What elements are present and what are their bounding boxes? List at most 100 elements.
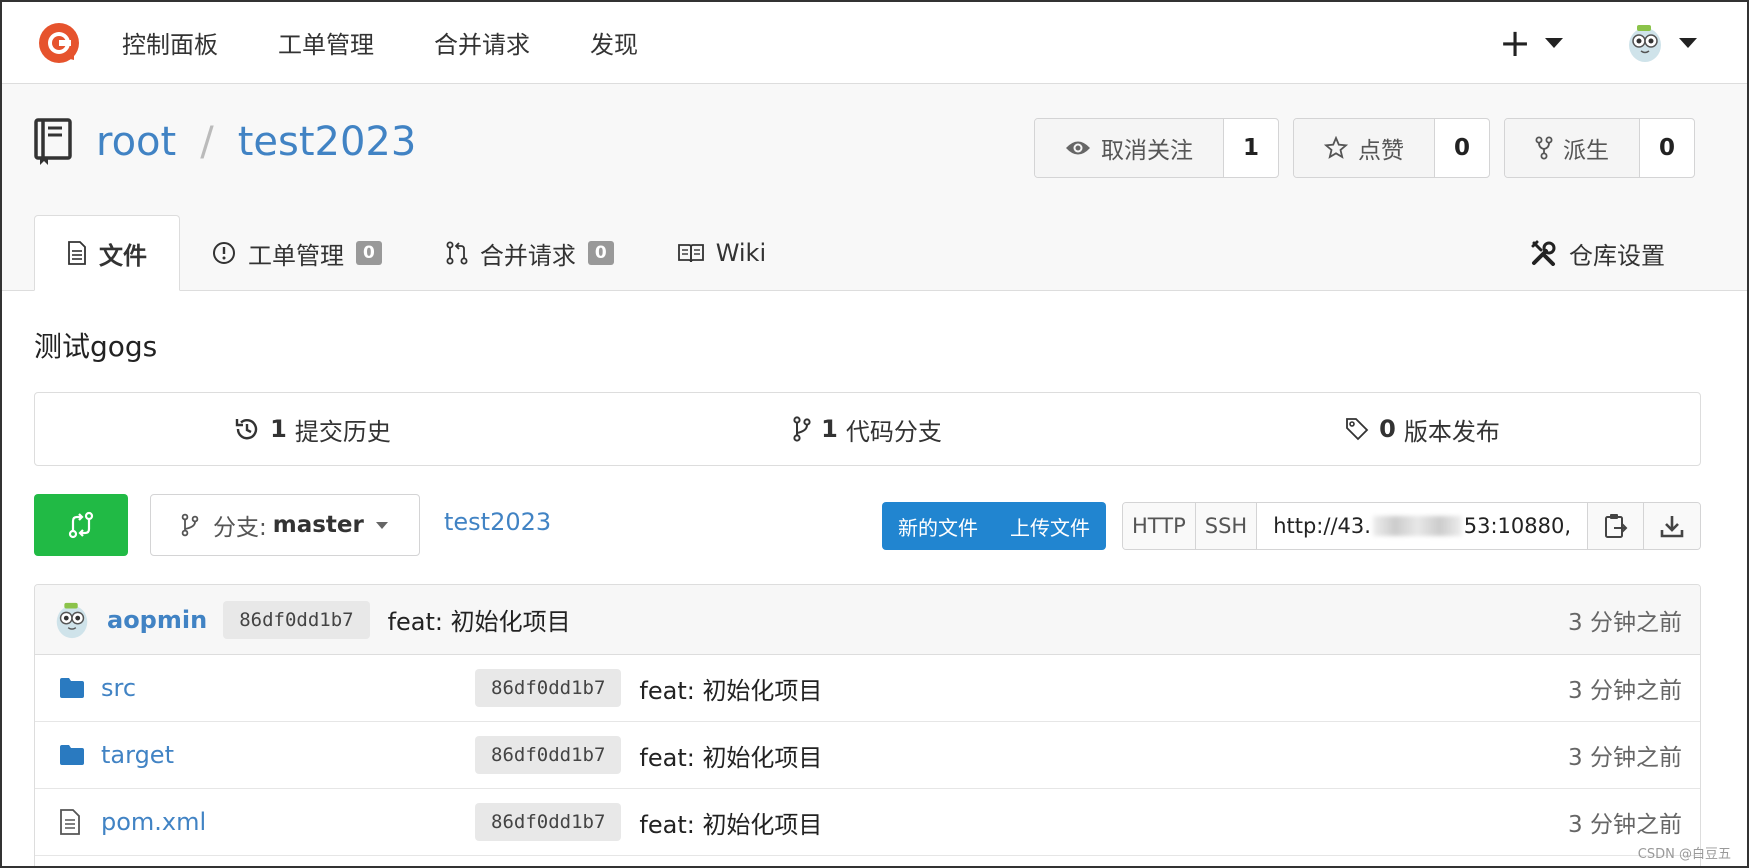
nav-issues[interactable]: 工单管理 [278, 25, 374, 60]
download-button[interactable] [1644, 503, 1700, 549]
user-menu-dropdown[interactable] [1623, 21, 1697, 65]
branches-count: 1 [821, 415, 838, 443]
breadcrumb-repo-link[interactable]: test2023 [444, 508, 551, 536]
copy-url-button[interactable] [1588, 503, 1644, 549]
table-row: src 86df0dd1b7 feat: 初始化项目 3 分钟之前 [35, 655, 1700, 722]
book-open-icon [677, 244, 704, 263]
commits-count: 1 [270, 415, 287, 443]
releases-stat[interactable]: 0 版本发布 [1145, 412, 1700, 447]
unwatch-label[interactable]: 取消关注 [1035, 119, 1224, 177]
branches-stat[interactable]: 1 代码分支 [590, 412, 1145, 447]
star-icon [1324, 136, 1348, 159]
commits-label: 提交历史 [294, 417, 391, 446]
releases-label: 版本发布 [1403, 417, 1500, 446]
upload-file-button[interactable]: 上传文件 [994, 502, 1106, 550]
tab-pulls-label: 合并请求 [479, 241, 576, 270]
issues-count-badge: 0 [356, 241, 382, 265]
fork-count[interactable]: 0 [1640, 119, 1694, 177]
star-button[interactable]: 点赞 0 [1293, 118, 1490, 178]
issue-opened-icon [213, 242, 235, 264]
commit-message[interactable]: feat: 初始化项目 [639, 805, 822, 840]
branches-label: 代码分支 [845, 417, 942, 446]
tab-files-label: 文件 [99, 241, 147, 270]
tab-issues-label: 工单管理 [248, 241, 344, 270]
gogs-logo-icon[interactable] [36, 20, 82, 66]
watch-count[interactable]: 1 [1224, 119, 1278, 177]
commit-sha-link[interactable]: 86df0dd1b7 [475, 736, 622, 774]
commit-time: 3 分钟之前 [1568, 678, 1682, 704]
caret-down-icon [1545, 37, 1563, 48]
tab-wiki[interactable]: Wiki [646, 215, 798, 291]
caret-down-icon [375, 521, 388, 529]
history-icon [235, 419, 258, 440]
branch-prefix: 分支: [213, 515, 267, 541]
pulls-count-badge: 0 [587, 241, 614, 265]
tools-icon [1531, 240, 1556, 266]
git-branch-icon [793, 416, 811, 442]
commits-stat[interactable]: 1 提交历史 [35, 412, 590, 447]
releases-count: 0 [1379, 415, 1396, 443]
file-name-link[interactable]: target [101, 741, 475, 769]
file-text-icon [68, 241, 86, 265]
redacted-blur [1372, 516, 1462, 536]
fork-button[interactable]: 派生 0 [1504, 118, 1695, 178]
branch-selector[interactable]: 分支: master [150, 494, 420, 556]
git-pull-request-icon [446, 241, 468, 265]
commit-time: 3 分钟之前 [1568, 609, 1682, 636]
repo-tabs: 文件 工单管理 0 合并请求 0 Wiki 仓库设置 [34, 215, 1695, 291]
caret-down-icon [1679, 37, 1697, 48]
new-file-button[interactable]: 新的文件 [882, 502, 994, 550]
repo-name-link[interactable]: test2023 [238, 119, 417, 165]
app-frame: 控制面板 工单管理 合并请求 发现 + root / test2023 取消关注… [0, 0, 1749, 868]
commit-time: 3 分钟之前 [1568, 812, 1682, 838]
commit-time: 3 分钟之前 [1568, 745, 1682, 771]
branch-name: master [272, 512, 364, 538]
commit-message[interactable]: feat: 初始化项目 [639, 671, 822, 706]
commit-sha-link[interactable]: 86df0dd1b7 [475, 669, 622, 707]
download-icon [1660, 516, 1684, 538]
file-toolbar: 分支: master test2023 新的文件 上传文件 HTTP SSH h… [34, 494, 1701, 556]
unwatch-button[interactable]: 取消关注 1 [1034, 118, 1279, 178]
file-icon [59, 809, 89, 835]
tab-files[interactable]: 文件 [34, 215, 180, 291]
file-actions-group: 新的文件 上传文件 [882, 502, 1106, 550]
repo-actions: 取消关注 1 点赞 0 派生 0 [1020, 118, 1695, 178]
eye-icon [1066, 141, 1090, 155]
ssh-clone-button[interactable]: SSH [1195, 503, 1258, 549]
compare-button[interactable] [34, 494, 128, 556]
clone-url-end: 53:10880, [1463, 514, 1571, 538]
plus-icon: + [1499, 20, 1531, 65]
nav-explore[interactable]: 发现 [590, 25, 638, 60]
clone-panel: HTTP SSH http://43. 53:10880, [1122, 502, 1701, 550]
user-avatar-icon [1629, 24, 1661, 62]
create-new-dropdown[interactable]: + [1499, 24, 1563, 62]
file-list-table: aopmin 86df0dd1b7 feat: 初始化项目 3 分钟之前 src… [34, 584, 1701, 866]
tab-pulls[interactable]: 合并请求 0 [414, 215, 646, 291]
top-navbar: 控制面板 工单管理 合并请求 发现 + [2, 2, 1747, 84]
commit-author-link[interactable]: aopmin [107, 606, 207, 634]
http-clone-button[interactable]: HTTP [1123, 503, 1196, 549]
tab-settings-label: 仓库设置 [1569, 241, 1665, 270]
commit-sha-link[interactable]: 86df0dd1b7 [475, 803, 622, 841]
clone-url-input[interactable]: http://43. 53:10880, [1257, 503, 1588, 549]
commit-message: feat: 初始化项目 [387, 608, 571, 636]
tab-settings[interactable]: 仓库设置 [1499, 215, 1695, 291]
author-avatar-icon[interactable] [51, 599, 93, 641]
tag-icon [1346, 418, 1369, 441]
nav-dashboard[interactable]: 控制面板 [122, 25, 218, 60]
git-compare-icon [68, 511, 94, 539]
file-name-link[interactable]: pom.xml [101, 808, 475, 836]
repo-book-icon [34, 118, 72, 165]
tab-issues[interactable]: 工单管理 0 [180, 215, 414, 291]
git-branch-icon [181, 513, 199, 537]
repo-owner-link[interactable]: root [96, 119, 176, 165]
table-row: target 86df0dd1b7 feat: 初始化项目 3 分钟之前 [35, 722, 1700, 789]
star-count[interactable]: 0 [1435, 119, 1489, 177]
file-name-link[interactable]: src [101, 674, 475, 702]
star-label[interactable]: 点赞 [1294, 119, 1435, 177]
nav-pulls[interactable]: 合并请求 [434, 25, 530, 60]
fork-label[interactable]: 派生 [1505, 119, 1640, 177]
commit-sha-link[interactable]: 86df0dd1b7 [223, 600, 370, 639]
clipboard-icon [1604, 514, 1627, 538]
commit-message[interactable]: feat: 初始化项目 [639, 738, 822, 773]
